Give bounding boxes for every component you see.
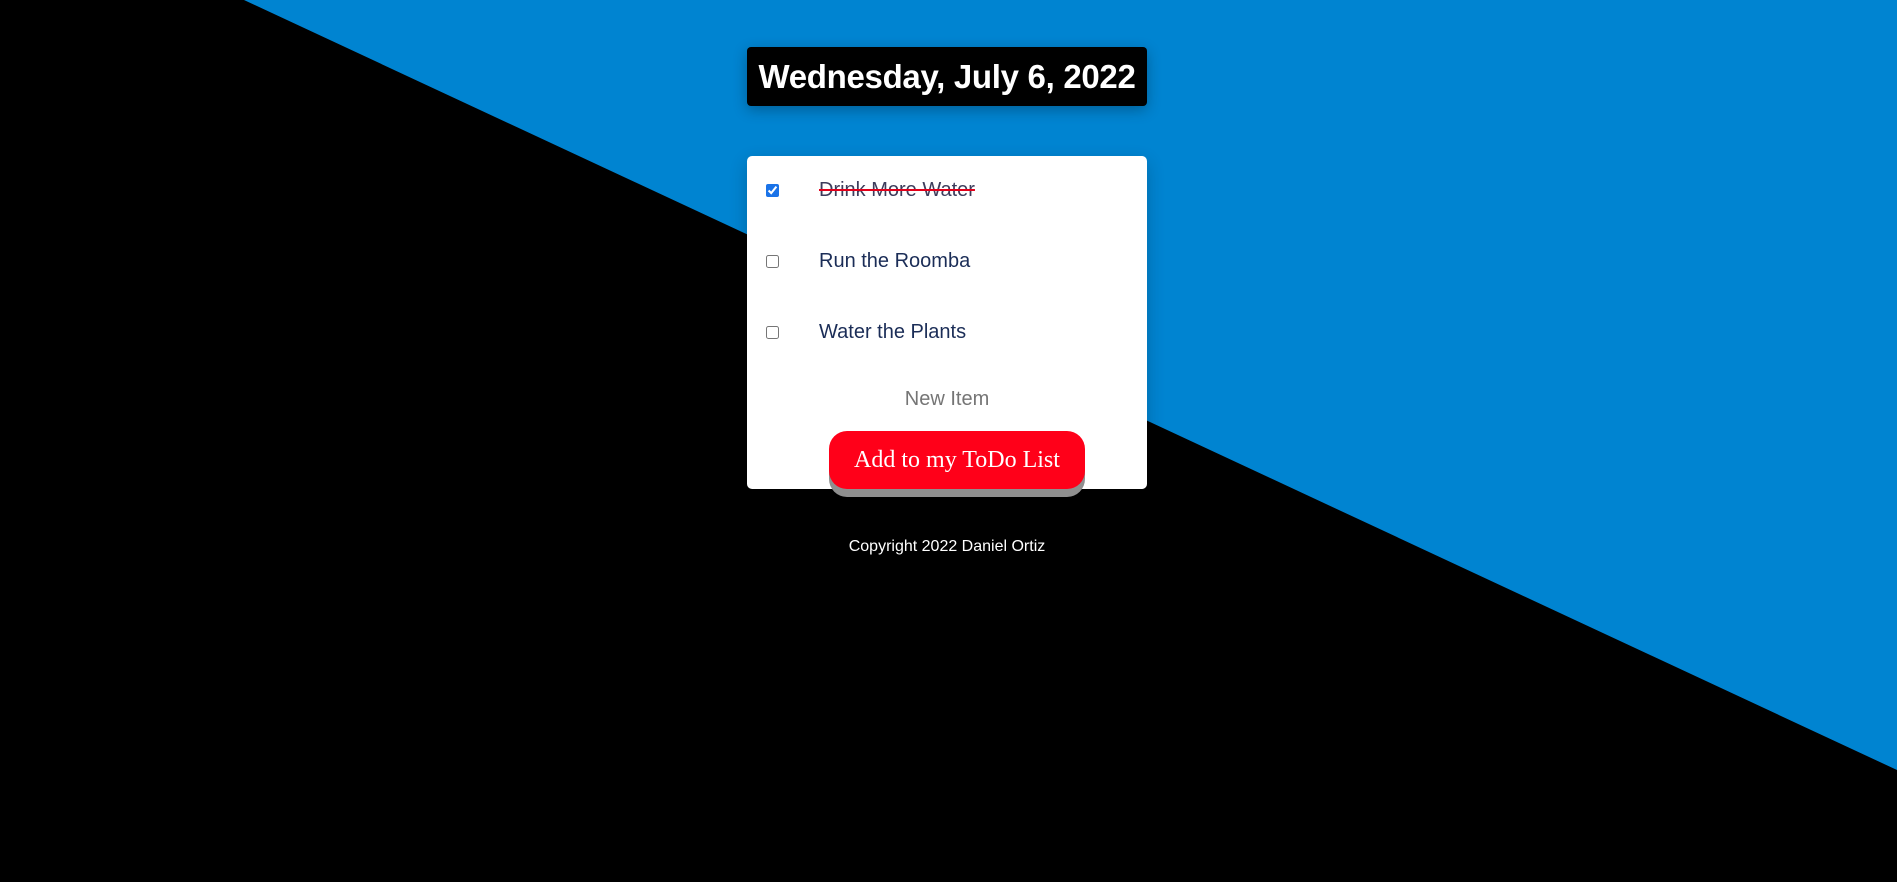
page-title: Wednesday, July 6, 2022	[758, 57, 1136, 95]
new-item-input[interactable]	[767, 384, 1127, 414]
item-label: Drink More Water	[819, 179, 975, 201]
item-label: Run the Roomba	[819, 250, 971, 272]
item-label: Water the Plants	[819, 321, 967, 343]
footer-copyright: Copyright 2022 Daniel Ortiz	[848, 538, 1046, 555]
todo-card: Drink More Water Run the Roomba Water th…	[747, 156, 1147, 489]
list-item: Drink More Water	[747, 171, 1147, 211]
date-header: Wednesday, July 6, 2022	[747, 47, 1147, 106]
item-checkbox[interactable]	[766, 184, 779, 197]
list-item: Water the Plants	[747, 313, 1147, 353]
list-item: Run the Roomba	[747, 242, 1147, 282]
item-checkbox[interactable]	[766, 326, 779, 339]
item-checkbox[interactable]	[766, 255, 779, 268]
add-todo-button[interactable]: Add to my ToDo List	[829, 431, 1085, 489]
